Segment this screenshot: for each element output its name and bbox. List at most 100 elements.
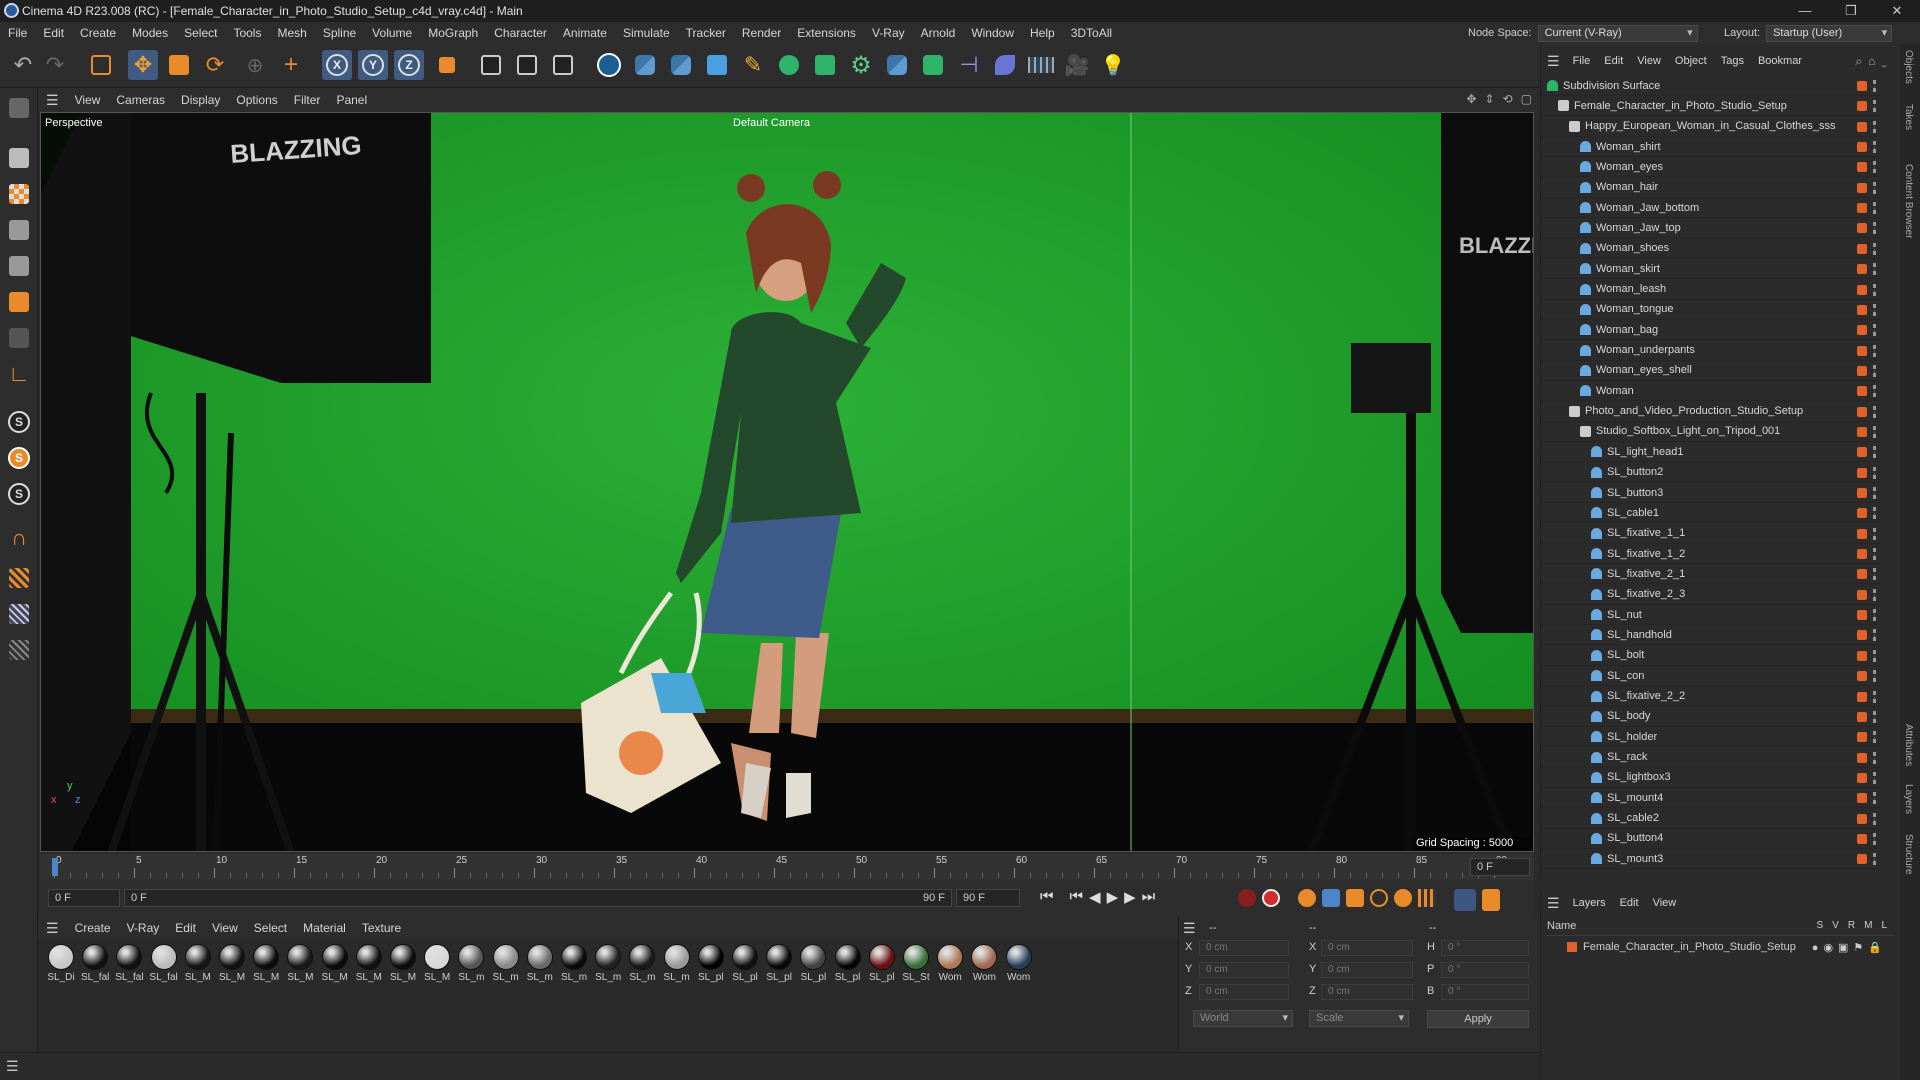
- material-tag-icon[interactable]: [1857, 406, 1867, 417]
- orbit-icon[interactable]: ⟲: [1503, 92, 1513, 106]
- transform-tool-button[interactable]: ⊕: [240, 50, 270, 80]
- maximize-view-icon[interactable]: ▢: [1521, 92, 1532, 106]
- material-tag-icon[interactable]: [1857, 223, 1867, 234]
- viewport-menu-cameras[interactable]: Cameras: [108, 93, 173, 107]
- object-menu-edit[interactable]: Edit: [1597, 55, 1630, 67]
- object-row[interactable]: Woman_hair: [1541, 178, 1881, 198]
- material-swatch[interactable]: SL_M: [285, 944, 315, 983]
- material-tag-icon[interactable]: [1857, 345, 1867, 356]
- material-tag-icon[interactable]: [1857, 772, 1867, 783]
- layer-menu-layers[interactable]: Layers: [1566, 897, 1613, 909]
- material-menu-material[interactable]: Material: [295, 921, 354, 935]
- object-menu-object[interactable]: Object: [1668, 55, 1714, 67]
- scale-key-icon[interactable]: [1346, 889, 1364, 907]
- material-tag-icon[interactable]: [1857, 142, 1867, 153]
- menu-item-mesh[interactable]: Mesh: [269, 26, 314, 40]
- side-tab-objects[interactable]: Objects: [1903, 50, 1914, 84]
- material-menu-texture[interactable]: Texture: [354, 921, 409, 935]
- frame-field[interactable]: 0 F: [1470, 858, 1530, 876]
- material-tag-icon[interactable]: [1857, 81, 1867, 91]
- scale-mode-select[interactable]: Scale: [1309, 1010, 1409, 1027]
- workplane-button[interactable]: [5, 564, 33, 592]
- object-row[interactable]: SL_button2: [1541, 463, 1881, 483]
- material-menu-view[interactable]: View: [204, 921, 246, 935]
- material-tag-icon[interactable]: [1857, 508, 1867, 519]
- object-row[interactable]: SL_light_head1: [1541, 442, 1881, 463]
- object-row[interactable]: Subdivision Surface: [1541, 76, 1881, 96]
- material-tag-icon[interactable]: [1857, 447, 1867, 458]
- layer-color-swatch[interactable]: [1567, 942, 1577, 952]
- visibility-dots-icon[interactable]: [1873, 487, 1877, 499]
- visibility-dots-icon[interactable]: [1873, 446, 1877, 459]
- object-row[interactable]: SL_fixative_1_2: [1541, 544, 1881, 565]
- material-menu-edit[interactable]: Edit: [167, 921, 204, 935]
- maximize-button[interactable]: ❐: [1828, 0, 1874, 22]
- coordinate-system-button[interactable]: [432, 50, 462, 80]
- object-row[interactable]: Happy_European_Woman_in_Casual_Clothes_s…: [1541, 117, 1881, 137]
- material-tag-icon[interactable]: [1857, 630, 1867, 641]
- apply-button[interactable]: Apply: [1427, 1010, 1529, 1028]
- material-tag-icon[interactable]: [1857, 162, 1867, 173]
- object-row[interactable]: SL_fixative_1_1: [1541, 524, 1881, 544]
- move-tool-button[interactable]: ✥: [128, 50, 158, 80]
- coord-value-field[interactable]: 0 cm: [1321, 940, 1413, 956]
- material-tag-icon[interactable]: [1857, 833, 1867, 844]
- visibility-dots-icon[interactable]: [1873, 466, 1877, 479]
- object-row[interactable]: SL_mount2: [1541, 870, 1881, 874]
- material-swatch[interactable]: SL_pl: [730, 944, 760, 983]
- material-swatch[interactable]: SL_M: [388, 944, 418, 983]
- edges-mode-button[interactable]: [5, 252, 33, 280]
- visibility-dots-icon[interactable]: [1873, 100, 1877, 113]
- hamburger-icon[interactable]: ☰: [38, 920, 67, 937]
- object-row[interactable]: SL_nut: [1541, 605, 1881, 626]
- rotate-tool-button[interactable]: ⟳: [200, 50, 230, 80]
- object-row[interactable]: SL_fixative_2_3: [1541, 585, 1881, 605]
- object-row[interactable]: SL_button3: [1541, 483, 1881, 503]
- object-row[interactable]: Woman_bag: [1541, 320, 1881, 341]
- object-row[interactable]: SL_cable2: [1541, 809, 1881, 829]
- menu-item-volume[interactable]: Volume: [364, 26, 420, 40]
- side-tab-attributes[interactable]: Attributes: [1903, 724, 1914, 766]
- generator-button[interactable]: [810, 50, 840, 80]
- floor-button[interactable]: [1026, 50, 1056, 80]
- layer-flag-icons[interactable]: ●◉▣⚑🔒: [1812, 941, 1887, 954]
- minimize-button[interactable]: —: [1782, 0, 1828, 22]
- object-row[interactable]: Studio_Softbox_Light_on_Tripod_001: [1541, 422, 1881, 442]
- pen-tool-button[interactable]: ✎: [738, 50, 768, 80]
- end-frame-field[interactable]: 90 F: [956, 889, 1020, 907]
- object-row[interactable]: SL_bolt: [1541, 646, 1881, 666]
- menu-item-create[interactable]: Create: [72, 26, 124, 40]
- material-swatch[interactable]: SL_M: [320, 944, 350, 983]
- object-row[interactable]: SL_fixative_2_1: [1541, 564, 1881, 585]
- material-swatch[interactable]: SL_m: [627, 944, 657, 983]
- material-swatch[interactable]: SL_fal: [149, 944, 179, 983]
- spline-button[interactable]: [990, 50, 1020, 80]
- object-row[interactable]: Woman_eyes_shell: [1541, 361, 1881, 381]
- search-icon[interactable]: ⌕⌂⌄: [1855, 54, 1893, 69]
- axis-mode-button[interactable]: ∟: [5, 360, 33, 388]
- object-menu-bookmar[interactable]: Bookmar: [1751, 55, 1809, 67]
- playhead[interactable]: [52, 858, 58, 876]
- material-swatch[interactable]: SL_m: [559, 944, 589, 983]
- object-row[interactable]: SL_rack: [1541, 748, 1881, 768]
- python-script-button-3[interactable]: [882, 50, 912, 80]
- visibility-dots-icon[interactable]: [1873, 670, 1877, 683]
- side-tab-structure[interactable]: Structure: [1903, 834, 1914, 875]
- material-tag-icon[interactable]: [1857, 101, 1867, 112]
- visibility-dots-icon[interactable]: [1873, 507, 1877, 520]
- material-swatch[interactable]: SL_m: [593, 944, 623, 983]
- menu-item-select[interactable]: Select: [176, 26, 225, 40]
- start-frame-field[interactable]: 0 F: [48, 889, 120, 907]
- object-row[interactable]: Woman_leash: [1541, 280, 1881, 300]
- coord-value-field[interactable]: 0 °: [1441, 962, 1529, 978]
- material-tag-icon[interactable]: [1857, 671, 1867, 682]
- material-swatch[interactable]: SL_M: [217, 944, 247, 983]
- material-swatch[interactable]: SL_pl: [798, 944, 828, 983]
- material-swatch[interactable]: SL_m: [662, 944, 692, 983]
- menu-item-v-ray[interactable]: V-Ray: [864, 26, 913, 40]
- material-menu-create[interactable]: Create: [67, 921, 119, 935]
- coord-value-field[interactable]: 0 cm: [1321, 962, 1413, 978]
- layout-select[interactable]: Startup (User): [1766, 24, 1893, 42]
- material-tag-icon[interactable]: [1857, 386, 1867, 397]
- go-to-end-icon[interactable]: ⏭: [1142, 888, 1156, 906]
